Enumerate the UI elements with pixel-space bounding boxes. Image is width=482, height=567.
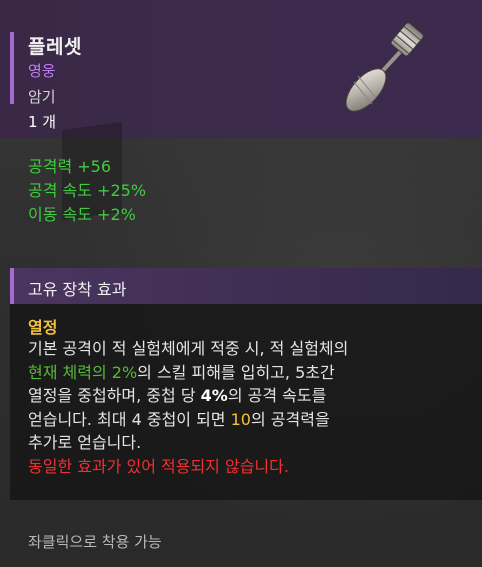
item-rarity: 영웅 (28, 62, 56, 80)
effect-line-4-b: 의 공격력을 (250, 409, 330, 429)
item-tooltip: 플레셋 영웅 암기 1 개 공격력 +56 공격 속도 +25% 이동 속도 +… (0, 0, 482, 567)
effect-bonus-value: 10 (230, 409, 251, 429)
stat-move-speed: 이동 속도 +2% (28, 205, 136, 224)
rarity-accent-bar (10, 32, 14, 104)
effect-line-5: 추가로 얻습니다. (28, 433, 142, 452)
equip-hint: 좌클릭으로 착용 가능 (28, 533, 162, 551)
effect-line-4-a: 얻습니다. 최대 4 중첩이 되면 (28, 409, 231, 429)
section-title: 고유 장착 효과 (28, 280, 127, 299)
effect-description: 기본 공격이 적 실험체에게 적중 시, 적 실험체의 현재 체력의 2%의 스… (28, 337, 468, 478)
section-accent-bar (10, 268, 14, 304)
flechette-dart-icon (345, 22, 424, 112)
item-count: 1 개 (28, 113, 57, 131)
effect-line-3-b: 의 공격 속도를 (227, 386, 327, 405)
effect-stack-value: 4% (200, 386, 228, 405)
effect-line-3: 열정을 중첩하며, 중첩 당 4%의 공격 속도를 (28, 384, 468, 408)
effect-highlight-health: 현재 체력의 2% (28, 362, 138, 382)
item-stats: 공격력 +56 공격 속도 +25% 이동 속도 +2% (28, 155, 146, 227)
stat-attack-power: 공격력 +56 (28, 157, 112, 176)
effect-line-3-a: 열정을 중첩하며, 중첩 당 (28, 386, 201, 405)
effect-line-4: 얻습니다. 최대 4 중첩이 되면 10의 공격력을 (28, 408, 468, 432)
effect-line-2: 현재 체력의 2%의 스킬 피해를 입히고, 5초간 (28, 361, 468, 385)
item-category: 암기 (28, 88, 56, 106)
effect-line-1: 기본 공격이 적 실험체에게 적중 시, 적 실험체의 (28, 339, 349, 358)
item-name: 플레셋 (28, 36, 82, 58)
stat-attack-speed: 공격 속도 +25% (28, 181, 147, 200)
effect-line-2-rest: 의 스킬 피해를 입히고, 5초간 (137, 362, 335, 382)
effect-name: 열정 (28, 318, 58, 337)
unique-effect-header: 고유 장착 효과 (10, 268, 482, 304)
effect-warning: 동일한 효과가 있어 적용되지 않습니다. (28, 456, 289, 476)
